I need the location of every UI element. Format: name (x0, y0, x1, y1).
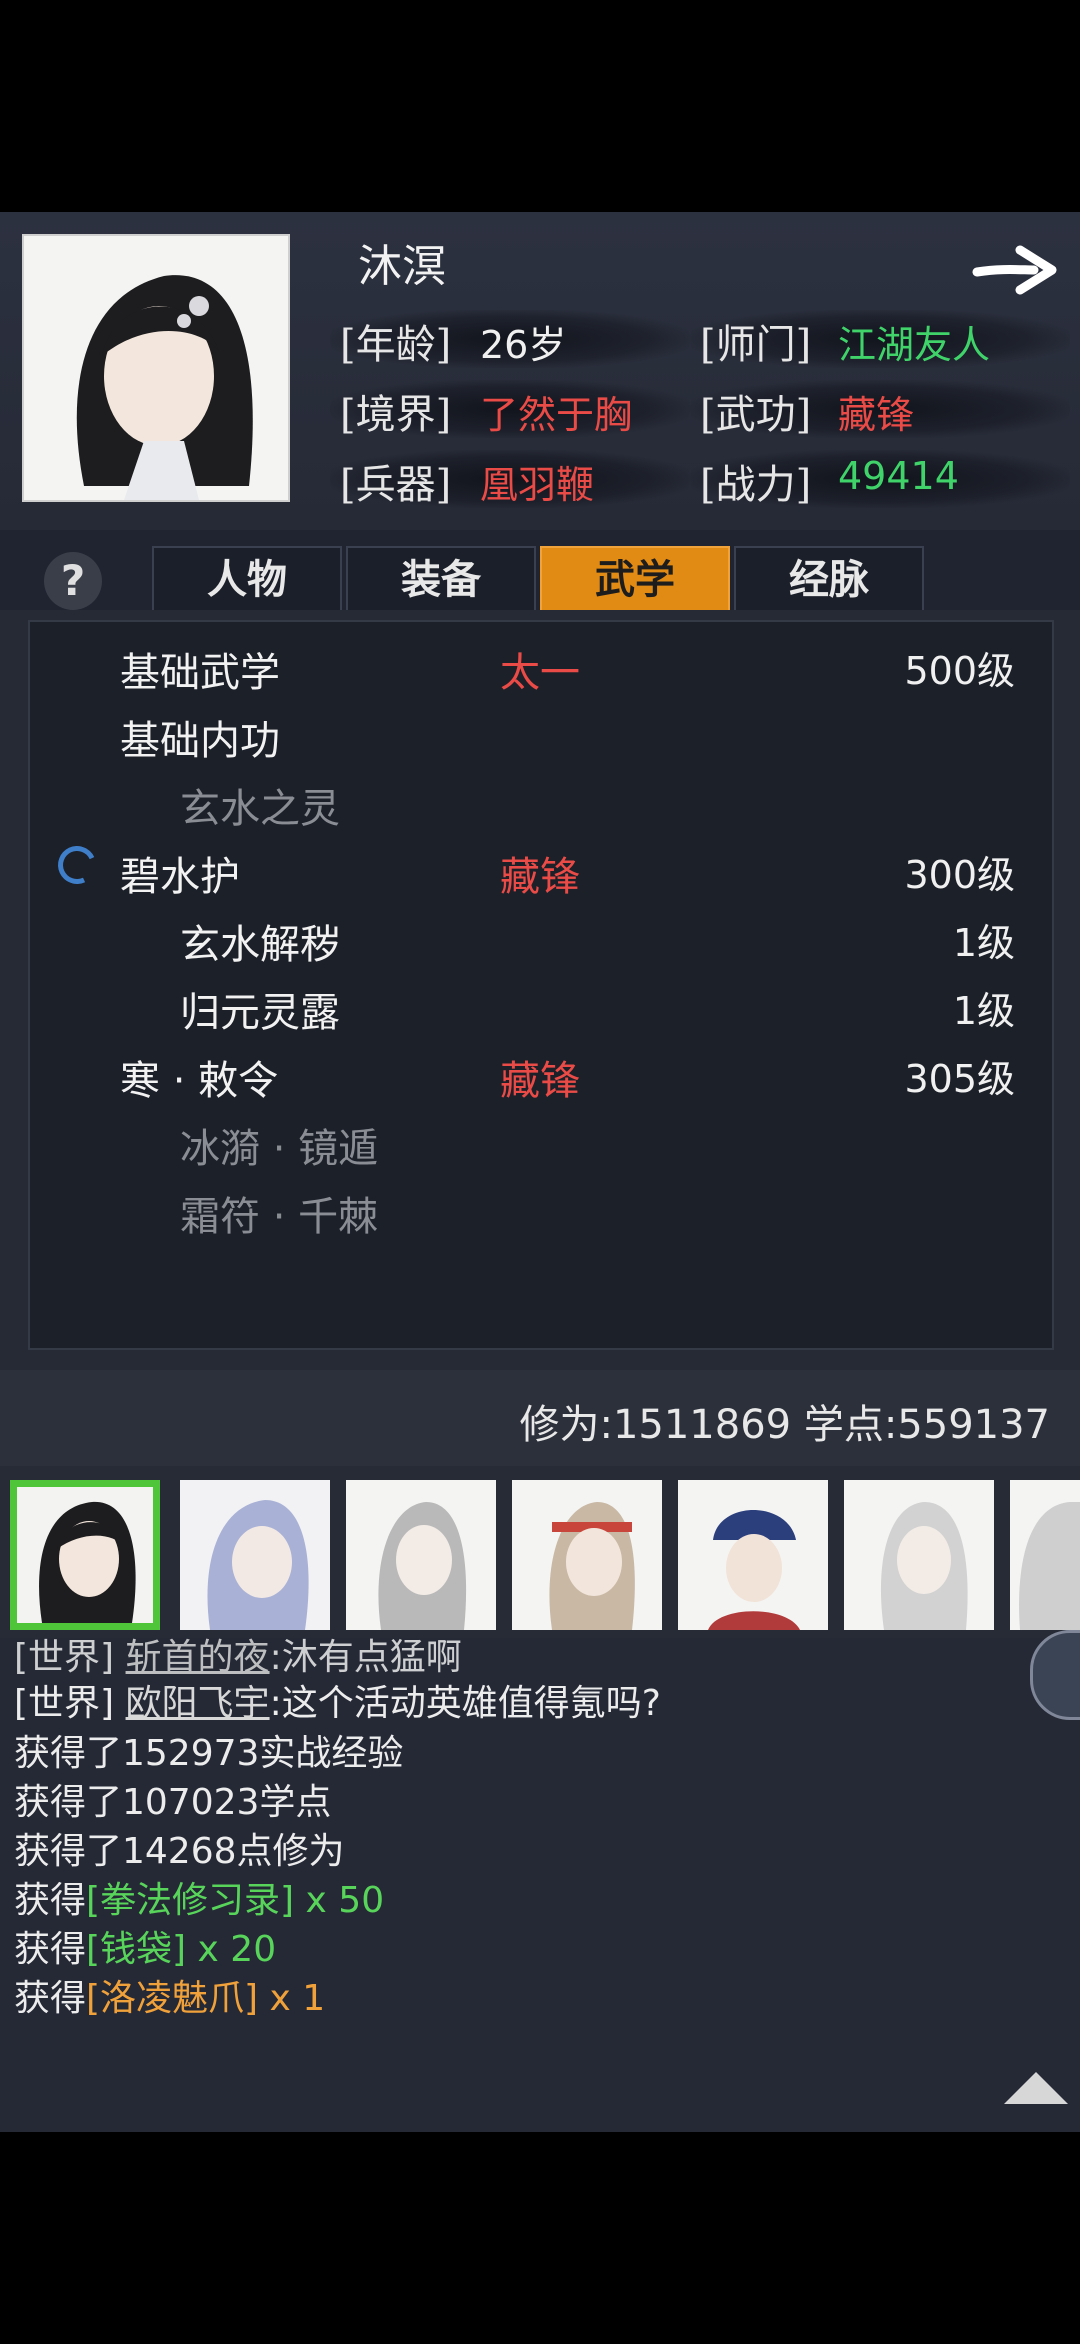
skill-school: 藏锋 (500, 1058, 580, 1104)
skill-name[interactable]: 霜符 · 千棘 (180, 1184, 378, 1242)
martial-value: 藏锋 (838, 393, 915, 437)
item-gain-message: 获得[钱袋] x 20 (14, 1920, 276, 1972)
skill-level: 500级 (904, 649, 1015, 693)
cultivation-points: 修为:1511869 学点:559137 (519, 1402, 1050, 1448)
skill-name[interactable]: 基础内功 (120, 708, 280, 766)
chat-message: :这个活动英雄值得氪吗? (269, 1683, 661, 1724)
party-member-portrait[interactable] (678, 1480, 828, 1630)
party-member-portrait[interactable] (346, 1480, 496, 1630)
skill-name[interactable]: 碧水护 (120, 844, 240, 902)
gain-message: 获得了14268点修为 (14, 1831, 345, 1872)
skill-level: 1级 (952, 989, 1015, 1033)
skill-name[interactable]: 冰漪 · 镜遁 (180, 1116, 378, 1174)
chat-line: [世界] 斩首的夜:沐有点猛啊 (14, 1628, 462, 1680)
character-name: 沐溟 (358, 241, 446, 292)
party-member-portrait[interactable] (10, 1480, 160, 1630)
next-arrow-icon[interactable] (972, 240, 1062, 300)
skill-name[interactable]: 基础武学 (120, 640, 280, 698)
item-gain-message: 获得[拳法修习录] x 50 (14, 1871, 384, 1923)
item-quantity: x 50 (294, 1880, 385, 1921)
power-label: [战力] (700, 462, 812, 508)
chat-line: [世界] 欧阳飞宇:这个活动英雄值得氪吗? (14, 1674, 661, 1726)
gain-message: 获得了107023学点 (14, 1782, 332, 1823)
sect-value: 江湖友人 (838, 323, 991, 367)
tab-character[interactable]: 人物 (152, 546, 342, 614)
chat-message: :沐有点猛啊 (269, 1637, 462, 1678)
item-link[interactable]: [钱袋] (86, 1929, 186, 1970)
gain-prefix: 获得 (14, 1880, 87, 1921)
character-portrait[interactable] (22, 234, 290, 502)
gain-prefix: 获得 (14, 1929, 87, 1970)
age-label: [年龄] (340, 322, 452, 368)
realm-value: 了然于胸 (480, 393, 633, 437)
help-button[interactable]: ? (44, 552, 102, 610)
skill-school: 太一 (500, 650, 580, 696)
age-value: 26岁 (480, 323, 567, 367)
chat-channel-tag: [世界] (14, 1637, 115, 1678)
party-member-portrait[interactable] (844, 1480, 994, 1630)
chat-channel-tag: [世界] (14, 1683, 115, 1724)
tab-meridians[interactable]: 经脉 (734, 546, 924, 614)
skill-level: 1级 (952, 921, 1015, 965)
item-quantity: x 1 (258, 1978, 326, 2019)
party-member-portrait[interactable] (180, 1480, 330, 1630)
skill-name[interactable]: 玄水解秽 (180, 912, 340, 970)
tab-equipment[interactable]: 装备 (346, 546, 536, 614)
item-gain-message: 获得[洛凌魅爪] x 1 (14, 1969, 325, 2021)
item-link[interactable]: [拳法修习录] (86, 1880, 294, 1921)
martial-label: [武功] (700, 392, 812, 438)
weapon-label: [兵器] (340, 462, 452, 508)
party-member-portrait[interactable] (1010, 1480, 1080, 1630)
weapon-value: 凰羽鞭 (480, 463, 595, 507)
power-value: 49414 (838, 454, 959, 498)
tab-martial-arts[interactable]: 武学 (540, 546, 730, 614)
skill-level: 305级 (904, 1057, 1015, 1101)
gain-prefix: 获得 (14, 1978, 87, 2019)
item-link[interactable]: [洛凌魅爪] (86, 1978, 258, 2019)
skill-level: 300级 (904, 853, 1015, 897)
chat-username[interactable]: 欧阳飞宇 (126, 1683, 270, 1724)
item-quantity: x 20 (186, 1929, 277, 1970)
skill-name[interactable]: 玄水之灵 (180, 776, 340, 834)
chat-username[interactable]: 斩首的夜 (126, 1637, 270, 1678)
realm-label: [境界] (340, 392, 452, 438)
sect-label: [师门] (700, 322, 812, 368)
party-member-portrait[interactable] (512, 1480, 662, 1630)
gain-message: 获得了152973实战经验 (14, 1733, 404, 1774)
expand-up-icon[interactable] (1004, 2072, 1068, 2104)
skill-name[interactable]: 归元灵露 (180, 980, 340, 1038)
skill-name[interactable]: 寒 · 敕令 (120, 1048, 278, 1106)
skill-school: 藏锋 (500, 854, 580, 900)
